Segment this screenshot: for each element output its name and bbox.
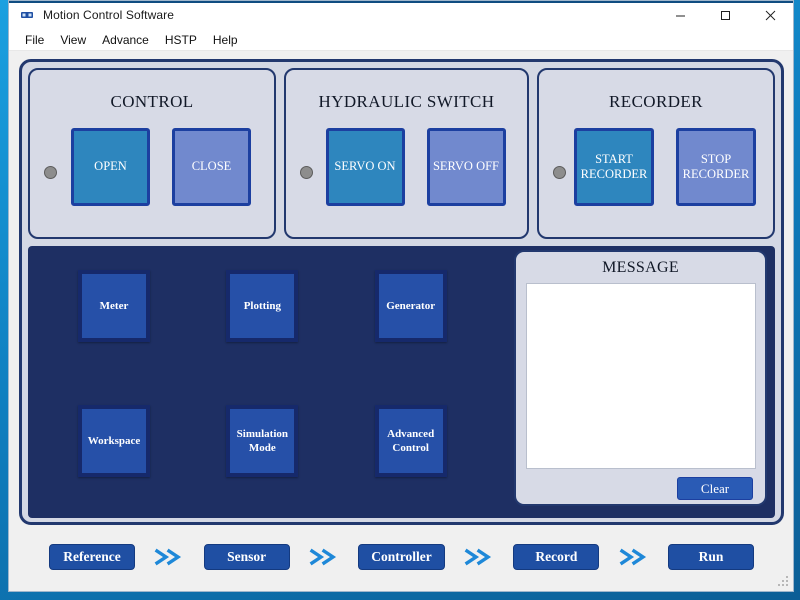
simulation-mode-button[interactable]: Simulation Mode (226, 405, 298, 477)
panel-recorder: RECORDER START RECORDER STOP RECORDER (537, 68, 775, 239)
control-button-row: OPEN CLOSE (53, 128, 251, 206)
minimize-button[interactable] (658, 1, 703, 30)
message-panel: MESSAGE Clear (514, 250, 767, 506)
window-controls (658, 1, 793, 30)
chevron-double-right-icon (617, 547, 651, 567)
clear-button[interactable]: Clear (677, 477, 753, 500)
recorder-button-row: START RECORDER STOP RECORDER (556, 128, 756, 206)
hydraulic-button-row: SERVO ON SERVO OFF (308, 128, 506, 206)
stop-recorder-button[interactable]: STOP RECORDER (676, 128, 756, 206)
servo-on-button[interactable]: SERVO ON (326, 128, 405, 206)
menu-item-file[interactable]: File (17, 31, 52, 49)
recorder-status-led (553, 166, 566, 179)
resize-grip[interactable] (777, 575, 790, 588)
workflow-bar: Reference Sensor Controller (19, 537, 784, 577)
advanced-control-button[interactable]: Advanced Control (375, 405, 447, 477)
close-valve-button[interactable]: CLOSE (172, 128, 251, 206)
start-recorder-button[interactable]: START RECORDER (574, 128, 654, 206)
workflow-step-record[interactable]: Record (513, 544, 599, 570)
servo-off-button[interactable]: SERVO OFF (427, 128, 506, 206)
workflow-step-sensor[interactable]: Sensor (204, 544, 290, 570)
title-bar-accent (9, 1, 793, 3)
app-icon (19, 7, 35, 23)
application-window: Motion Control Software (8, 0, 794, 592)
panel-recorder-title: RECORDER (609, 92, 703, 112)
maximize-button[interactable] (703, 1, 748, 30)
menu-item-advance[interactable]: Advance (94, 31, 157, 49)
plotting-button[interactable]: Plotting (226, 270, 298, 342)
client-area: CONTROL OPEN CLOSE HYDRAULIC SWITCH SERV… (9, 51, 793, 591)
panel-control: CONTROL OPEN CLOSE (28, 68, 276, 239)
chevron-double-right-icon (462, 547, 496, 567)
lower-dark-area: Meter Plotting Generator Workspace Simul… (28, 246, 775, 518)
message-panel-title: MESSAGE (602, 259, 679, 277)
hydraulic-status-led (300, 166, 313, 179)
panel-hydraulic-title: HYDRAULIC SWITCH (319, 92, 495, 112)
workspace-button[interactable]: Workspace (78, 405, 150, 477)
menu-item-help[interactable]: Help (205, 31, 246, 49)
open-button[interactable]: OPEN (71, 128, 150, 206)
chevron-double-right-icon (152, 547, 186, 567)
panel-control-title: CONTROL (110, 92, 193, 112)
top-panel-row: CONTROL OPEN CLOSE HYDRAULIC SWITCH SERV… (28, 68, 775, 239)
generator-button[interactable]: Generator (375, 270, 447, 342)
desktop-background: Motion Control Software (0, 0, 800, 600)
title-bar: Motion Control Software (9, 1, 793, 30)
function-button-grid: Meter Plotting Generator Workspace Simul… (28, 246, 523, 518)
workflow-step-run[interactable]: Run (668, 544, 754, 570)
message-textarea[interactable] (526, 283, 756, 469)
chevron-double-right-icon (307, 547, 341, 567)
menu-item-hstp[interactable]: HSTP (157, 31, 205, 49)
menu-bar: File View Advance HSTP Help (9, 30, 793, 51)
workflow-step-reference[interactable]: Reference (49, 544, 135, 570)
control-status-led (44, 166, 57, 179)
workflow-step-controller[interactable]: Controller (358, 544, 445, 570)
meter-button[interactable]: Meter (78, 270, 150, 342)
menu-item-view[interactable]: View (52, 31, 94, 49)
main-board: CONTROL OPEN CLOSE HYDRAULIC SWITCH SERV… (19, 59, 784, 525)
panel-hydraulic-switch: HYDRAULIC SWITCH SERVO ON SERVO OFF (284, 68, 529, 239)
window-title: Motion Control Software (43, 8, 174, 22)
close-button[interactable] (748, 1, 793, 30)
